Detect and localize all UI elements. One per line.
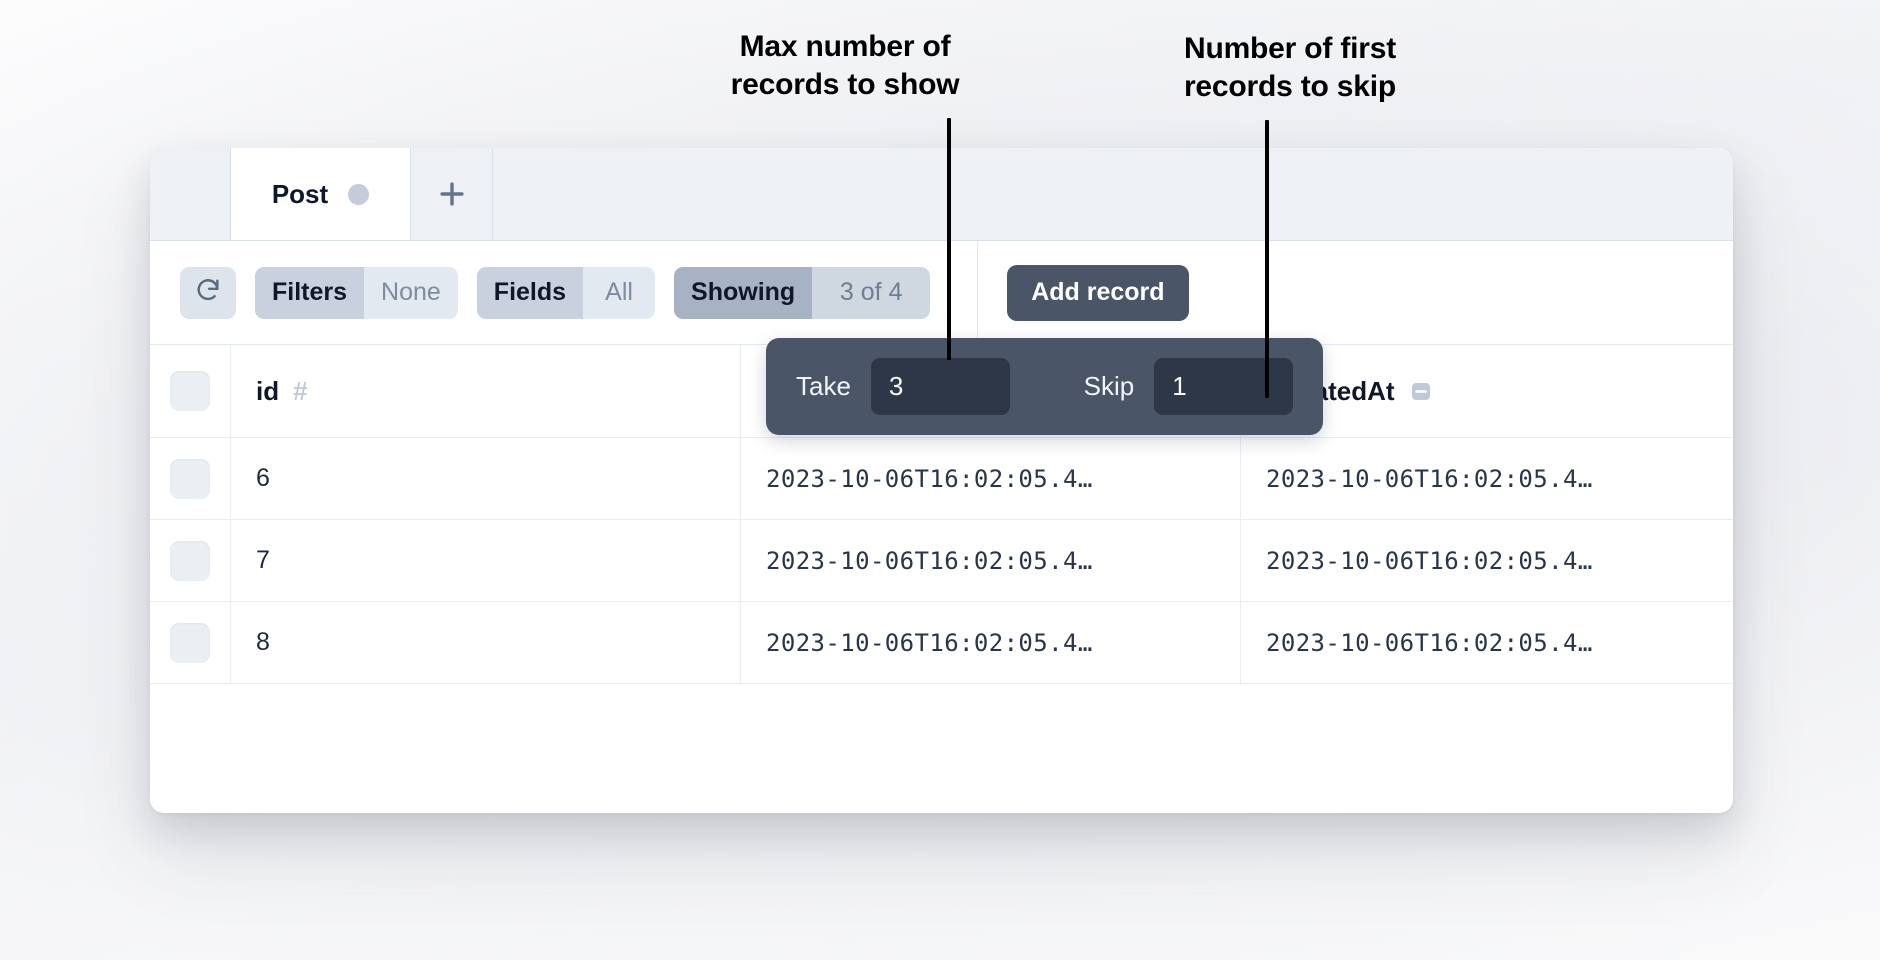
- take-label: Take: [796, 371, 851, 402]
- table-row[interactable]: 6 2023-10-06T16:02:05.4… 2023-10-06T16:0…: [150, 438, 1733, 520]
- cell-updatedat-value: 2023-10-06T16:02:05.4…: [1266, 547, 1593, 575]
- cell-createdat[interactable]: 2023-10-06T16:02:05.4…: [741, 602, 1241, 683]
- add-record-button[interactable]: Add record: [1007, 265, 1188, 321]
- fields-label: Fields: [477, 267, 583, 319]
- cell-createdat-value: 2023-10-06T16:02:05.4…: [766, 465, 1093, 493]
- column-header-id-label: id: [256, 376, 279, 407]
- skip-input[interactable]: 1: [1154, 358, 1293, 415]
- row-checkbox[interactable]: [170, 623, 210, 663]
- tab-strip: Post: [150, 148, 1733, 241]
- cell-updatedat[interactable]: 2023-10-06T16:02:05.4…: [1241, 602, 1733, 683]
- row-select-cell: [150, 602, 231, 683]
- cell-id[interactable]: 6: [231, 438, 741, 519]
- table-row[interactable]: 8 2023-10-06T16:02:05.4… 2023-10-06T16:0…: [150, 602, 1733, 684]
- showing-label: Showing: [674, 267, 812, 319]
- row-select-cell: [150, 520, 231, 601]
- take-input[interactable]: 3: [871, 358, 1010, 415]
- data-browser-card: Post Filters None: [150, 148, 1733, 813]
- cell-id[interactable]: 7: [231, 520, 741, 601]
- cell-updatedat[interactable]: 2023-10-06T16:02:05.4…: [1241, 520, 1733, 601]
- tab-post-label: Post: [272, 179, 328, 210]
- cell-updatedat[interactable]: 2023-10-06T16:02:05.4…: [1241, 438, 1733, 519]
- cell-createdat-value: 2023-10-06T16:02:05.4…: [766, 629, 1093, 657]
- plus-icon: [435, 177, 469, 211]
- cell-id-value: 8: [256, 628, 270, 657]
- showing-control[interactable]: Showing 3 of 4: [674, 267, 930, 319]
- hash-icon: #: [293, 376, 307, 407]
- column-header-id[interactable]: id #: [231, 345, 741, 437]
- tab-post[interactable]: Post: [231, 148, 411, 240]
- cell-updatedat-value: 2023-10-06T16:02:05.4…: [1266, 465, 1593, 493]
- cell-id[interactable]: 8: [231, 602, 741, 683]
- select-all-checkbox[interactable]: [170, 371, 210, 411]
- cell-createdat-value: 2023-10-06T16:02:05.4…: [766, 547, 1093, 575]
- tab-strip-filler: [493, 148, 1733, 240]
- refresh-icon: [194, 276, 222, 309]
- refresh-button[interactable]: [180, 267, 236, 319]
- row-checkbox[interactable]: [170, 459, 210, 499]
- add-tab-button[interactable]: [411, 148, 493, 240]
- tab-post-status-dot: [348, 184, 369, 205]
- cell-createdat[interactable]: 2023-10-06T16:02:05.4…: [741, 438, 1241, 519]
- cell-updatedat-value: 2023-10-06T16:02:05.4…: [1266, 629, 1593, 657]
- row-checkbox[interactable]: [170, 541, 210, 581]
- cell-id-value: 7: [256, 546, 270, 575]
- header-select-all-cell: [150, 345, 231, 437]
- row-select-cell: [150, 438, 231, 519]
- filters-label: Filters: [255, 267, 364, 319]
- tab-strip-gutter: [150, 148, 231, 240]
- cell-id-value: 6: [256, 464, 270, 493]
- filters-control[interactable]: Filters None: [255, 267, 458, 319]
- cell-createdat[interactable]: 2023-10-06T16:02:05.4…: [741, 520, 1241, 601]
- skip-label: Skip: [1084, 371, 1135, 402]
- toolbar-divider: [977, 241, 978, 344]
- pagination-popover: Take 3 Skip 1: [766, 338, 1323, 435]
- filters-value: None: [364, 267, 458, 319]
- showing-value: 3 of 4: [812, 267, 930, 319]
- table-toolbar: Filters None Fields All Showing 3 of 4 A…: [150, 241, 1733, 345]
- calendar-icon: [1409, 379, 1433, 403]
- table-row[interactable]: 7 2023-10-06T16:02:05.4… 2023-10-06T16:0…: [150, 520, 1733, 602]
- fields-control[interactable]: Fields All: [477, 267, 655, 319]
- fields-value: All: [583, 267, 655, 319]
- table-empty-area: [150, 684, 1733, 812]
